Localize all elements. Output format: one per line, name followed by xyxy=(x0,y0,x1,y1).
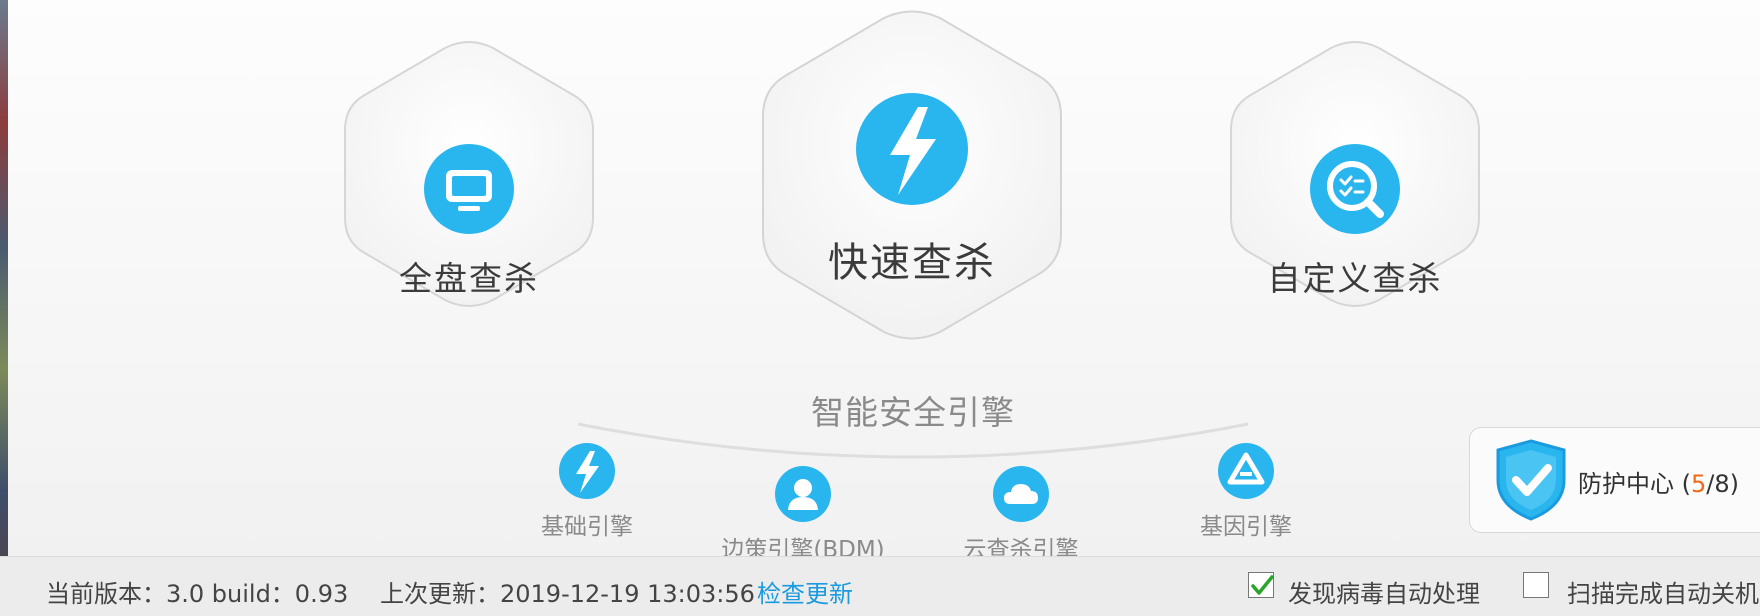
search-checklist-icon xyxy=(1310,144,1400,238)
engine-cloud[interactable]: 云查杀引擎 xyxy=(931,466,1111,564)
full-scan-button[interactable]: 全盘查杀 xyxy=(341,40,597,308)
last-update-info: 上次更新：2019-12-19 13:03:56 xyxy=(380,580,755,608)
protection-active-count: 5 xyxy=(1691,470,1707,498)
engine-basic-label: 基础引擎 xyxy=(541,514,633,540)
protection-center-button[interactable]: 防护中心 (5/8) xyxy=(1469,427,1760,533)
auto-shutdown-label[interactable]: 扫描完成自动关机 xyxy=(1567,574,1759,609)
checkmark-icon xyxy=(1251,575,1274,595)
main-panel: 全盘查杀 快速查杀 自定义查杀 智能安全引擎 基础引擎 边策引擎(BDM) 云查… xyxy=(8,0,1760,563)
lightning-icon xyxy=(497,443,677,503)
engine-bdm[interactable]: 边策引擎(BDM) xyxy=(713,466,893,564)
lightning-icon xyxy=(856,93,968,209)
user-icon xyxy=(713,466,893,526)
quick-scan-button[interactable]: 快速查杀 xyxy=(759,10,1065,340)
auto-handle-label[interactable]: 发现病毒自动处理 xyxy=(1288,574,1480,609)
quick-scan-label: 快速查杀 xyxy=(828,240,996,286)
custom-scan-button[interactable]: 自定义查杀 xyxy=(1227,40,1483,308)
status-bar: 当前版本：3.0 build：0.93 上次更新：2019-12-19 13:0… xyxy=(0,556,1760,616)
protection-total-count: /8) xyxy=(1706,470,1739,498)
monitor-icon xyxy=(424,144,514,238)
shield-check-icon xyxy=(1494,438,1568,526)
protection-center-label: 防护中心 (5/8) xyxy=(1578,470,1739,498)
engine-basic[interactable]: 基础引擎 xyxy=(497,443,677,541)
engine-gene[interactable]: 基因引擎 xyxy=(1156,443,1336,541)
version-info: 当前版本：3.0 build：0.93 xyxy=(46,580,349,608)
auto-shutdown-checkbox[interactable] xyxy=(1523,572,1549,598)
background-window-edge xyxy=(0,0,8,616)
auto-handle-checkbox[interactable] xyxy=(1248,572,1274,598)
custom-scan-label: 自定义查杀 xyxy=(1267,259,1443,298)
cloud-icon xyxy=(931,466,1111,526)
check-update-link[interactable]: 检查更新 xyxy=(757,574,853,609)
gene-triangle-icon xyxy=(1156,443,1336,503)
engine-gene-label: 基因引擎 xyxy=(1200,514,1292,540)
full-scan-label: 全盘查杀 xyxy=(399,259,539,298)
